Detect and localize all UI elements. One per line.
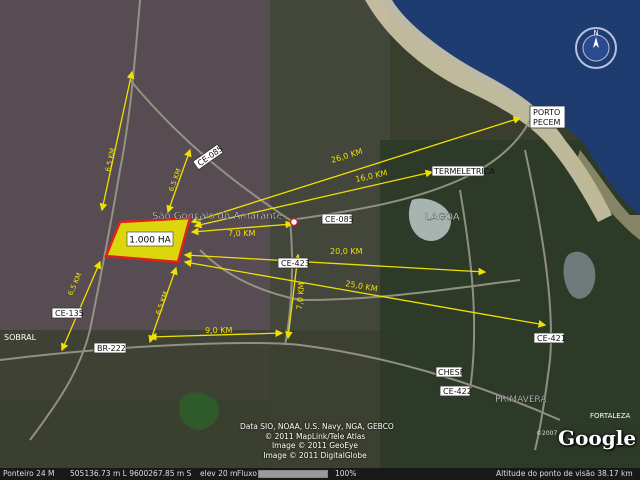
pointer-coordinates: 505136.73 m L 9600267.85 m S — [70, 469, 192, 478]
road-text: BR-222 — [97, 344, 126, 353]
map-view[interactable]: 1.000 HA 26,0 KM 16,0 KM 7,0 KM 20,0 KM … — [0, 0, 640, 480]
copyright-line: Image © 2011 DigitalGlobe — [263, 450, 367, 460]
road-label-ce423: CE-423 — [277, 257, 310, 269]
stream-progress-fill — [259, 471, 327, 477]
road-text: CE-423 — [281, 259, 310, 268]
stream-percent: 100% — [335, 469, 357, 478]
label-porto-pecem: PORTO PECEM — [529, 105, 566, 129]
pointer-scale: Ponteiro 24 M — [3, 469, 55, 478]
road-label-ce421: CE-421 — [533, 332, 566, 344]
road-label-ce085-east: CE-085 — [321, 213, 354, 225]
road-text: CE-135 — [55, 309, 84, 318]
label-chesf: CHESF — [435, 366, 465, 378]
area-label: 1.000 HA — [129, 236, 171, 246]
label-termeletrica: TERMELETRICA — [431, 165, 495, 177]
copyright-line: Data SIO, NOAA, U.S. Navy, NGA, GEBCO — [240, 422, 394, 431]
place-lagoa: LAGOA — [425, 212, 460, 223]
distance-9km: 9,0 KM — [205, 326, 233, 335]
place-fortaleza: FORTALEZA — [590, 412, 631, 420]
elevation: elev 20 m — [200, 469, 238, 478]
porto-label: PORTO — [533, 108, 560, 117]
road-label-ce135: CE-135 — [51, 307, 84, 319]
distance-20km: 20,0 KM — [330, 247, 363, 256]
road-text: CE-421 — [537, 334, 566, 343]
road-label-ce422: CE-422 — [439, 385, 472, 397]
pecem-label: PECEM — [533, 118, 561, 127]
compass-icon[interactable]: N — [574, 26, 618, 70]
copyright-line: © 2011 MapLink/Tele Atlas — [264, 431, 366, 441]
termeletrica-label: TERMELETRICA — [433, 167, 495, 176]
status-bar: Ponteiro 24 M 505136.73 m L 9600267.85 m… — [0, 468, 640, 480]
town-pin-icon[interactable] — [289, 217, 299, 227]
satellite-map[interactable]: 1.000 HA 26,0 KM 16,0 KM 7,0 KM 20,0 KM … — [0, 0, 640, 480]
eye-altitude: Altitude do ponto de visão 38.17 km — [496, 469, 633, 478]
place-primavera: PRIMAVERA — [495, 395, 547, 405]
logo-year: ©2007 — [536, 430, 558, 437]
road-text: CE-085 — [325, 215, 354, 224]
stream-label: Fluxo — [237, 469, 257, 478]
road-label-br222: BR-222 — [93, 342, 127, 354]
distance-7km-east: 7,0 KM — [228, 229, 256, 238]
stream-progress-bar — [258, 470, 328, 478]
place-sobral: SOBRAL — [4, 333, 37, 342]
place-sao-goncalo: São Gonçalo do Amarante — [152, 211, 283, 222]
road-text: CE-422 — [443, 387, 472, 396]
imagery-copyright: Data SIO, NOAA, U.S. Navy, NGA, GEBCO © … — [240, 422, 394, 460]
chesf-label: CHESF — [438, 368, 465, 377]
compass-north-label: N — [593, 29, 598, 37]
google-logo: Google — [558, 426, 637, 450]
copyright-line: Image © 2011 GeoEye — [271, 441, 359, 450]
